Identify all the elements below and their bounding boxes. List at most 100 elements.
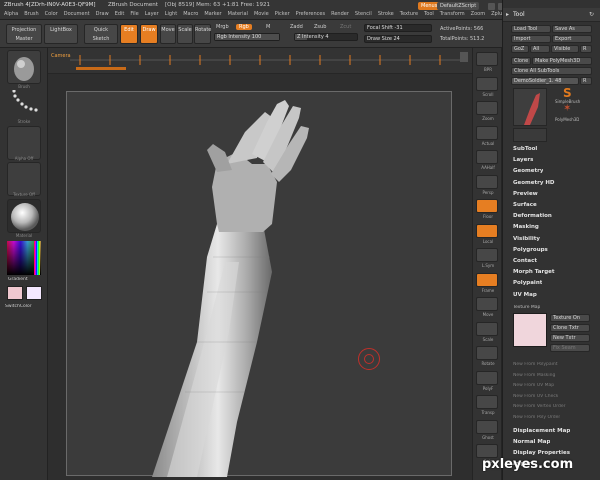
shelf-scale-button[interactable] bbox=[476, 321, 498, 336]
main-color-swatch[interactable] bbox=[7, 286, 23, 300]
menu-layer[interactable]: Layer bbox=[145, 11, 159, 17]
collapse-icon[interactable]: ▸ bbox=[506, 11, 509, 18]
rgb-intensity-slider[interactable]: Rgb Intensity 100 bbox=[214, 33, 280, 41]
default-zscript-button[interactable]: DefaultZScript bbox=[437, 2, 480, 10]
rotate-button[interactable]: Rotate bbox=[194, 24, 211, 44]
menu-alpha[interactable]: Alpha bbox=[4, 11, 18, 17]
shelf-aahalf-button[interactable] bbox=[476, 150, 498, 164]
tool-menu-geometry-hd[interactable]: Geometry HD bbox=[513, 180, 555, 186]
export-button[interactable]: Export bbox=[552, 35, 592, 43]
menu-marker[interactable]: Marker bbox=[204, 11, 221, 17]
refresh-icon[interactable]: ↻ bbox=[589, 11, 594, 18]
tool-menu-subtool[interactable]: SubTool bbox=[513, 146, 537, 152]
shelf-polyf-button[interactable] bbox=[476, 370, 498, 385]
shelf-persp-button[interactable] bbox=[476, 174, 498, 189]
new-txtr-button[interactable]: New Txtr bbox=[550, 334, 590, 342]
menu-tool[interactable]: Tool bbox=[424, 11, 434, 17]
draw-size-slider[interactable]: Draw Size 24 bbox=[364, 35, 432, 43]
texture-option[interactable]: New From Poly Order bbox=[513, 415, 560, 420]
menu-stencil[interactable]: Stencil bbox=[355, 11, 372, 17]
shelf-bpr-button[interactable] bbox=[476, 52, 498, 66]
tool-menu-masking[interactable]: Masking bbox=[513, 224, 539, 230]
texture-on-button[interactable]: Texture On bbox=[550, 314, 590, 322]
goz-r-button[interactable]: R bbox=[580, 45, 592, 53]
quick-sketch-button[interactable]: Quick Sketch bbox=[84, 24, 118, 44]
menu-macro[interactable]: Macro bbox=[183, 11, 198, 17]
3d-viewport[interactable] bbox=[66, 91, 452, 477]
timeline-ruler[interactable]: Camera bbox=[48, 48, 472, 74]
menu-color[interactable]: Color bbox=[45, 11, 58, 17]
tool-menu-visibility[interactable]: Visibility bbox=[513, 236, 540, 242]
save-as-button[interactable]: Save As bbox=[552, 25, 592, 33]
tool-palette-header[interactable]: ▸ Tool ↻ bbox=[503, 8, 600, 22]
texture-option[interactable]: New From Polypaint bbox=[513, 362, 558, 367]
tool-menu-contact[interactable]: Contact bbox=[513, 258, 537, 264]
shelf-scroll-button[interactable] bbox=[476, 76, 498, 91]
switch-color-button[interactable]: SwitchColor bbox=[5, 304, 32, 309]
shelf-ghost-button[interactable] bbox=[476, 419, 498, 434]
menu-material[interactable]: Material bbox=[228, 11, 248, 17]
goz-all-button[interactable]: All bbox=[530, 45, 550, 53]
menu-draw[interactable]: Draw bbox=[96, 11, 109, 17]
menu-light[interactable]: Light bbox=[165, 11, 177, 17]
color-picker[interactable] bbox=[7, 241, 41, 275]
goz-button[interactable]: GoZ bbox=[511, 45, 529, 53]
texture-option[interactable]: New From Vertex Order bbox=[513, 404, 566, 409]
clone-txtr-button[interactable]: Clone Txtr bbox=[550, 324, 590, 332]
texture-preview[interactable] bbox=[513, 313, 547, 347]
tool-menu-normal-map[interactable]: Normal Map bbox=[513, 439, 550, 445]
shelf-floor-button[interactable] bbox=[476, 199, 498, 213]
lightbox-button[interactable]: LightBox bbox=[44, 24, 78, 44]
tool-menu-uv-map[interactable]: UV Map bbox=[513, 292, 537, 298]
tool-menu-morph-target[interactable]: Morph Target bbox=[513, 269, 555, 275]
tool-menu-polygroups[interactable]: Polygroups bbox=[513, 247, 548, 253]
zadd-toggle[interactable]: Zadd bbox=[290, 24, 303, 30]
menu-stroke[interactable]: Stroke bbox=[378, 11, 394, 17]
shelf-move-button[interactable] bbox=[476, 297, 498, 311]
shelf-lsym-button[interactable] bbox=[476, 248, 498, 262]
rgb-toggle[interactable]: Rgb bbox=[236, 24, 252, 30]
draw-button[interactable]: Draw bbox=[140, 24, 158, 44]
import-button[interactable]: Import bbox=[511, 35, 551, 43]
tool-menu-displacement-map[interactable]: Displacement Map bbox=[513, 428, 570, 434]
load-tool-button[interactable]: Load Tool bbox=[511, 25, 551, 33]
tool-menu-polypaint[interactable]: Polypaint bbox=[513, 280, 542, 286]
alpha-thumbnail[interactable] bbox=[7, 126, 41, 160]
menu-file[interactable]: File bbox=[130, 11, 138, 17]
menu-zoom[interactable]: Zoom bbox=[471, 11, 485, 17]
menu-transform[interactable]: Transform bbox=[440, 11, 465, 17]
menu-document[interactable]: Document bbox=[64, 11, 90, 17]
menu-render[interactable]: Render bbox=[331, 11, 349, 17]
timeline-scrollbar[interactable] bbox=[460, 52, 468, 62]
brush-thumbnail[interactable] bbox=[7, 50, 41, 84]
texture-option[interactable]: New From Masking bbox=[513, 373, 555, 378]
texture-option[interactable]: New From UV Check bbox=[513, 394, 558, 399]
shelf-local-button[interactable] bbox=[476, 223, 498, 238]
menu-edit[interactable]: Edit bbox=[115, 11, 125, 17]
menu-brush[interactable]: Brush bbox=[24, 11, 38, 17]
clone-button[interactable]: Clone bbox=[511, 57, 531, 65]
fix-seam-button[interactable]: Fix Seam bbox=[550, 344, 590, 352]
zcut-toggle[interactable]: Zcut bbox=[340, 24, 351, 30]
shelf-solo-button[interactable] bbox=[476, 444, 498, 458]
subtool-thumbnail[interactable] bbox=[513, 128, 547, 142]
tool-menu-display-properties[interactable]: Display Properties bbox=[513, 450, 570, 456]
menu-picker[interactable]: Picker bbox=[275, 11, 290, 17]
projection-master-button[interactable]: Projection Master bbox=[6, 24, 42, 44]
tool-menu-deformation[interactable]: Deformation bbox=[513, 213, 552, 219]
shelf-zoom-button[interactable] bbox=[476, 101, 498, 115]
minimize-icon[interactable] bbox=[488, 3, 495, 10]
shelf-rotate-button[interactable] bbox=[476, 346, 498, 360]
tool-menu-geometry[interactable]: Geometry bbox=[513, 168, 543, 174]
mrgb-toggle[interactable]: Mrgb bbox=[216, 24, 229, 30]
texture-map-header[interactable]: Texture Map bbox=[513, 305, 540, 310]
make-polymesh-button[interactable]: Make PolyMesh3D bbox=[532, 57, 592, 65]
menu-texture[interactable]: Texture bbox=[400, 11, 418, 17]
texture-thumbnail[interactable] bbox=[7, 162, 41, 196]
active-tool-r-button[interactable]: R bbox=[580, 77, 592, 85]
menu-movie[interactable]: Movie bbox=[254, 11, 269, 17]
tool-menu-surface[interactable]: Surface bbox=[513, 202, 537, 208]
m-toggle[interactable]: M bbox=[266, 24, 270, 30]
zsub-toggle[interactable]: Zsub bbox=[314, 24, 326, 30]
polymesh-thumbnail[interactable]: ✶ bbox=[559, 103, 577, 117]
